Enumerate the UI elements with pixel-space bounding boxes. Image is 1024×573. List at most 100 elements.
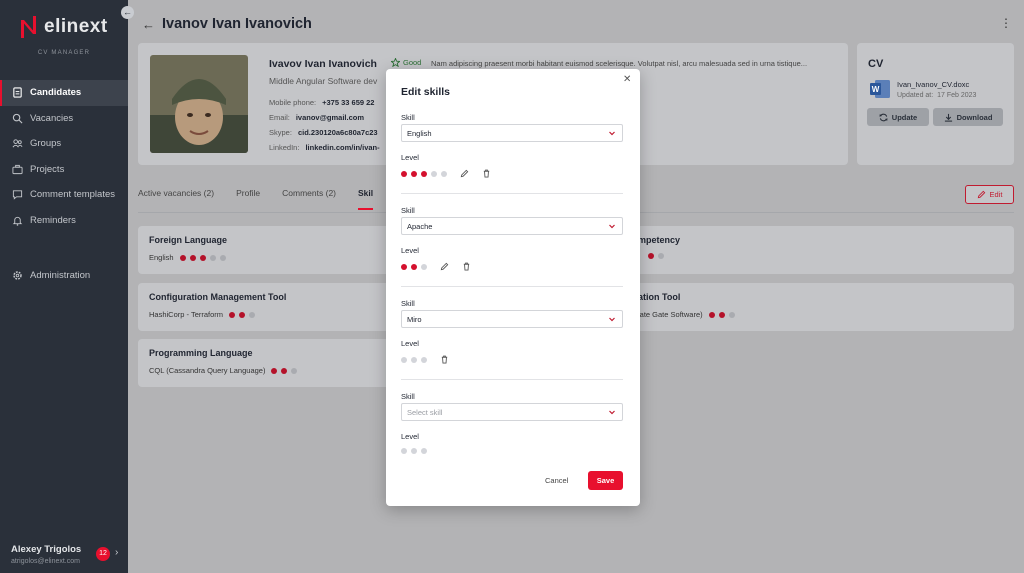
- skill-label: Skill: [401, 299, 415, 308]
- level-label: Level: [401, 246, 419, 255]
- skill-category: Configuration Management Tool: [149, 292, 287, 302]
- linkedin-link[interactable]: linkedin.com/in/ivan-: [305, 143, 379, 152]
- sidebar-item-comment-templates[interactable]: Comment templates: [0, 182, 128, 208]
- chevron-down-icon: [609, 317, 615, 322]
- sidebar-item-label: Groups: [30, 138, 62, 150]
- level-dot-empty[interactable]: [411, 448, 417, 454]
- page-title: Ivanov Ivan Ivanovich: [162, 16, 312, 32]
- level-dot-empty[interactable]: [401, 448, 407, 454]
- trash-icon[interactable]: [440, 355, 449, 364]
- skill-select-2[interactable]: Apache: [401, 217, 623, 235]
- level-dot-empty[interactable]: [421, 448, 427, 454]
- skill-category: mpetency: [638, 235, 681, 245]
- level-rating-3[interactable]: [401, 355, 449, 364]
- sidebar-item-candidates[interactable]: Candidates: [0, 80, 128, 106]
- more-options-icon[interactable]: ⋮: [1000, 16, 1012, 30]
- update-cv-button[interactable]: Update: [867, 108, 929, 126]
- level-dot-empty: [291, 367, 298, 374]
- level-dot-empty[interactable]: [421, 263, 427, 270]
- close-icon[interactable]: ✕: [623, 74, 631, 85]
- level-dot-filled: [189, 254, 196, 261]
- trash-icon[interactable]: [482, 169, 491, 178]
- sidebar-item-vacancies[interactable]: Vacancies: [0, 106, 128, 132]
- collapse-sidebar-button[interactable]: ←: [121, 6, 134, 19]
- level-dot-empty: [658, 253, 664, 259]
- bell-icon: [12, 216, 23, 226]
- tab-active-vacancies[interactable]: Active vacancies (2): [138, 188, 214, 210]
- level-dot-empty: [728, 311, 735, 318]
- tab-profile[interactable]: Profile: [236, 188, 260, 210]
- cv-file-name[interactable]: Ivan_Ivanov_CV.doxc: [897, 80, 969, 89]
- skype-row: Skype: cid.230120a6c80a7c23: [269, 128, 378, 137]
- sidebar-item-label: Candidates: [30, 87, 82, 99]
- level-rating-2[interactable]: [401, 262, 471, 271]
- brand-name: elinext: [44, 16, 108, 37]
- skill-name: late Gate Software): [638, 310, 703, 319]
- back-arrow-icon[interactable]: ←: [142, 17, 155, 32]
- user-profile[interactable]: Alexey Trigolos atrigolos@elinext.com 12…: [11, 544, 126, 565]
- skill-select-value: Apache: [407, 221, 433, 231]
- sidebar-item-projects[interactable]: Projects: [0, 157, 128, 183]
- level-dots[interactable]: [401, 448, 427, 454]
- pencil-icon[interactable]: [440, 262, 449, 271]
- level-dot-empty[interactable]: [431, 170, 437, 177]
- level-dot-filled: [179, 254, 186, 261]
- cancel-button[interactable]: Cancel: [545, 476, 568, 485]
- briefcase-icon: [12, 164, 23, 174]
- notifications-badge[interactable]: 12: [96, 547, 110, 561]
- edit-skills-dialog: ✕ Edit skills Skill English Level Skill …: [386, 69, 640, 506]
- sidebar-item-reminders[interactable]: Reminders: [0, 208, 128, 234]
- level-dot-empty[interactable]: [401, 356, 407, 363]
- download-icon: [944, 113, 952, 122]
- level-dot-empty[interactable]: [421, 356, 427, 363]
- document-icon: [13, 87, 22, 98]
- trash-icon[interactable]: [462, 262, 471, 271]
- skill-select-4[interactable]: Select skill: [401, 403, 623, 421]
- level-dot-filled: [271, 367, 278, 374]
- level-dots[interactable]: [401, 263, 427, 270]
- skill-select-1[interactable]: English: [401, 124, 623, 142]
- refresh-icon: [879, 113, 888, 121]
- save-button[interactable]: Save: [588, 471, 623, 490]
- tabs: Active vacancies (2) Profile Comments (2…: [138, 188, 374, 210]
- edit-skills-button[interactable]: Edit: [965, 185, 1014, 204]
- sidebar-item-label: Projects: [30, 163, 65, 175]
- level-dot-filled[interactable]: [401, 263, 407, 270]
- email-label: Email:: [269, 113, 290, 122]
- level-dot-empty[interactable]: [411, 356, 417, 363]
- level-dot-filled: [648, 253, 654, 259]
- level-rating-4[interactable]: [401, 448, 427, 454]
- level-dot-empty[interactable]: [441, 170, 447, 177]
- level-dots[interactable]: [401, 170, 447, 177]
- chevron-down-icon: [609, 131, 615, 136]
- level-dot-filled[interactable]: [401, 170, 407, 177]
- tab-comments[interactable]: Comments (2): [282, 188, 336, 210]
- email-value[interactable]: ivanov@gmail.com: [296, 113, 364, 122]
- level-dot-empty: [219, 254, 226, 261]
- level-dot-filled: [281, 367, 288, 374]
- skill-label: Skill: [401, 113, 415, 122]
- download-cv-button[interactable]: Download: [933, 108, 1003, 126]
- level-dot-filled[interactable]: [411, 263, 417, 270]
- sidebar-item-administration[interactable]: Administration: [0, 263, 128, 289]
- level-label: Level: [401, 153, 419, 162]
- skill-category: Foreign Language: [149, 235, 228, 245]
- level-label: Level: [401, 339, 419, 348]
- candidate-role: Middle Angular Software dev: [269, 76, 378, 86]
- status-label: Good: [403, 58, 422, 67]
- skill-level: [708, 311, 735, 318]
- level-dots[interactable]: [401, 356, 427, 363]
- search-icon: [12, 113, 23, 124]
- dialog-title: Edit skills: [401, 86, 451, 98]
- tab-skills[interactable]: Skil: [358, 188, 374, 210]
- skill-entry: English: [149, 253, 226, 262]
- level-dot-filled[interactable]: [411, 170, 417, 177]
- pencil-icon[interactable]: [460, 169, 469, 178]
- edit-label: Edit: [989, 190, 1003, 199]
- level-dot-filled[interactable]: [421, 170, 427, 177]
- level-rating-1[interactable]: [401, 169, 491, 178]
- sidebar-item-groups[interactable]: Groups: [0, 131, 128, 157]
- chevron-right-icon[interactable]: ›: [115, 547, 118, 558]
- skill-select-3[interactable]: Miro: [401, 310, 623, 328]
- skill-select-placeholder: Select skill: [407, 407, 443, 417]
